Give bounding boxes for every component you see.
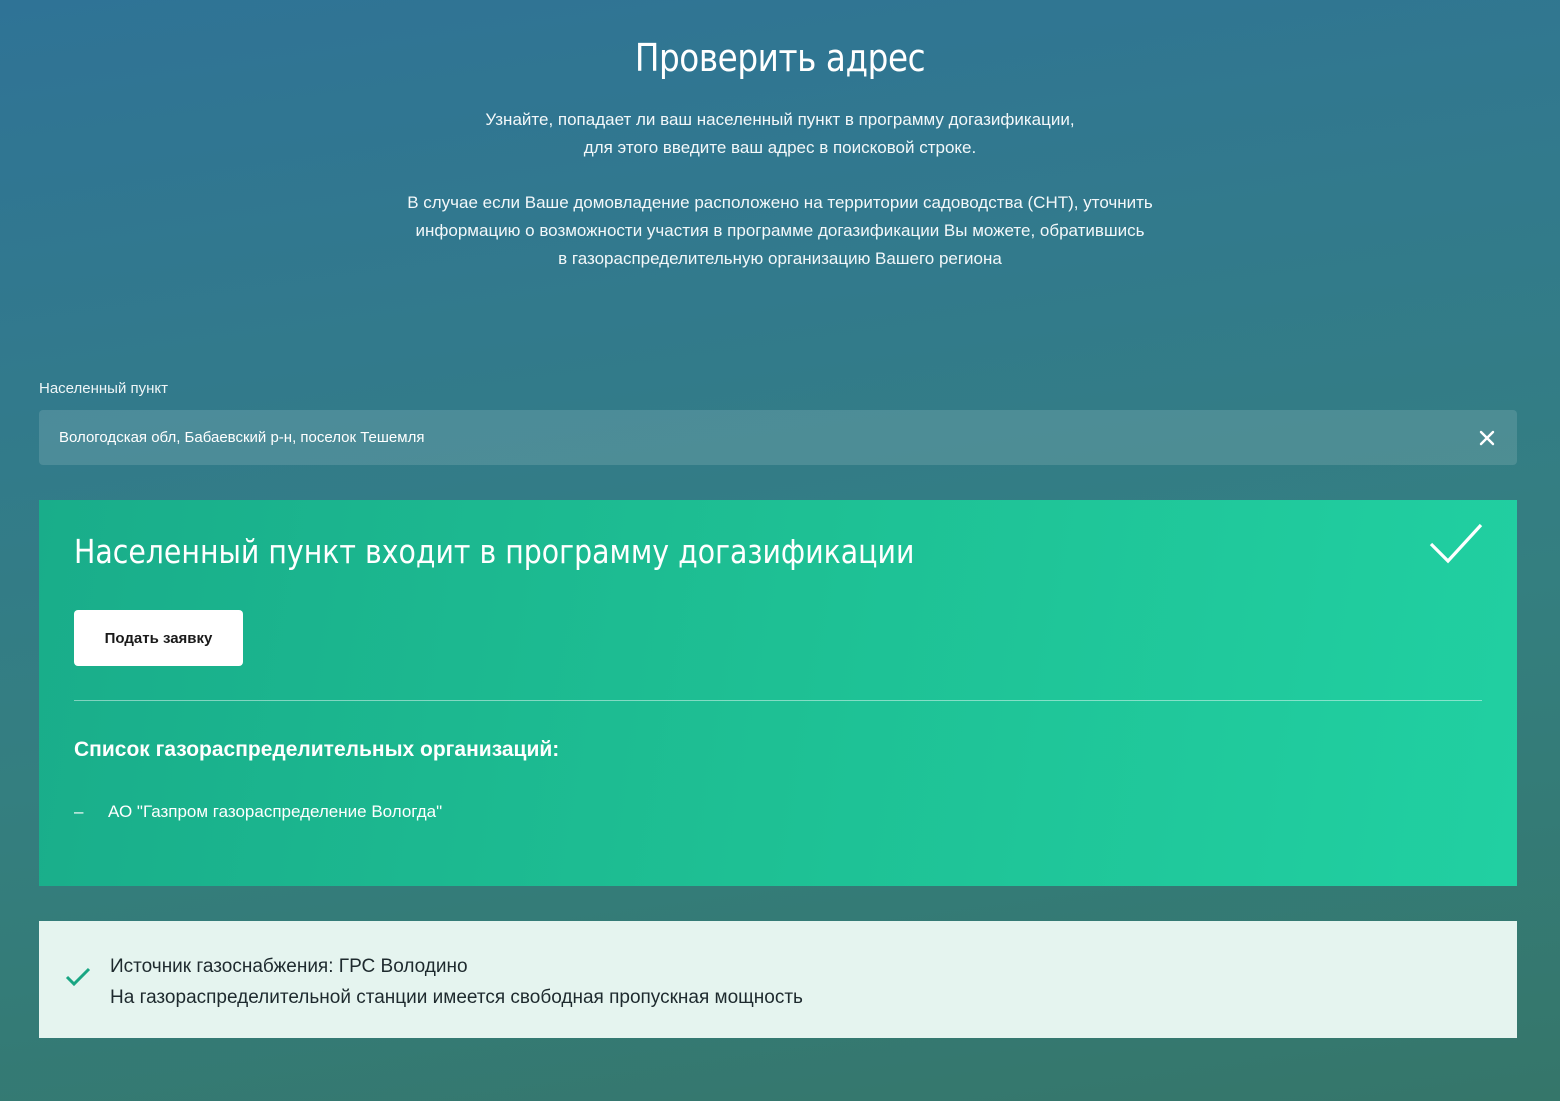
intro-line-2: для этого введите ваш адрес в поисковой … xyxy=(583,138,977,157)
org-name: АО "Газпром газораспределение Вологда" xyxy=(108,802,443,821)
page-title: Проверить адрес xyxy=(634,36,926,80)
intro-line-1: Узнайте, попадает ли ваш населенный пунк… xyxy=(485,110,1075,129)
intro-text: Узнайте, попадает ли ваш населенный пунк… xyxy=(280,106,1280,273)
submit-application-button[interactable]: Подать заявку xyxy=(74,610,243,666)
gas-orgs-heading: Список газораспределительных организаций… xyxy=(74,738,560,761)
capacity-status-line: На газораспределительной станции имеется… xyxy=(110,987,803,1008)
gas-source-line: Источник газоснабжения: ГРС Володино xyxy=(110,956,468,977)
note-line-2: информацию о возможности участия в прогр… xyxy=(415,221,1145,240)
divider xyxy=(74,700,1482,701)
note-line-1: В случае если Ваше домовладение располож… xyxy=(407,193,1153,212)
checkmark-icon xyxy=(65,967,91,992)
gas-orgs-list: – АО "Газпром газораспределение Вологда" xyxy=(74,802,442,822)
gas-source-info-card: Источник газоснабжения: ГРС Володино На … xyxy=(39,921,1517,1038)
gas-source-text: Источник газоснабжения: ГРС Володино На … xyxy=(110,951,803,1013)
checkmark-icon xyxy=(1429,522,1483,571)
locality-search-input[interactable] xyxy=(59,429,1457,446)
eligibility-result-card: Населенный пункт входит в программу дога… xyxy=(39,500,1517,886)
result-title: Населенный пункт входит в программу дога… xyxy=(74,532,915,571)
locality-search-box xyxy=(39,410,1517,465)
locality-field-label: Населенный пункт xyxy=(39,380,169,397)
note-line-3: в газораспределительную организацию Ваше… xyxy=(558,249,1002,268)
list-dash: – xyxy=(74,802,84,821)
close-icon[interactable] xyxy=(1457,410,1517,465)
list-item: – АО "Газпром газораспределение Вологда" xyxy=(74,802,442,822)
